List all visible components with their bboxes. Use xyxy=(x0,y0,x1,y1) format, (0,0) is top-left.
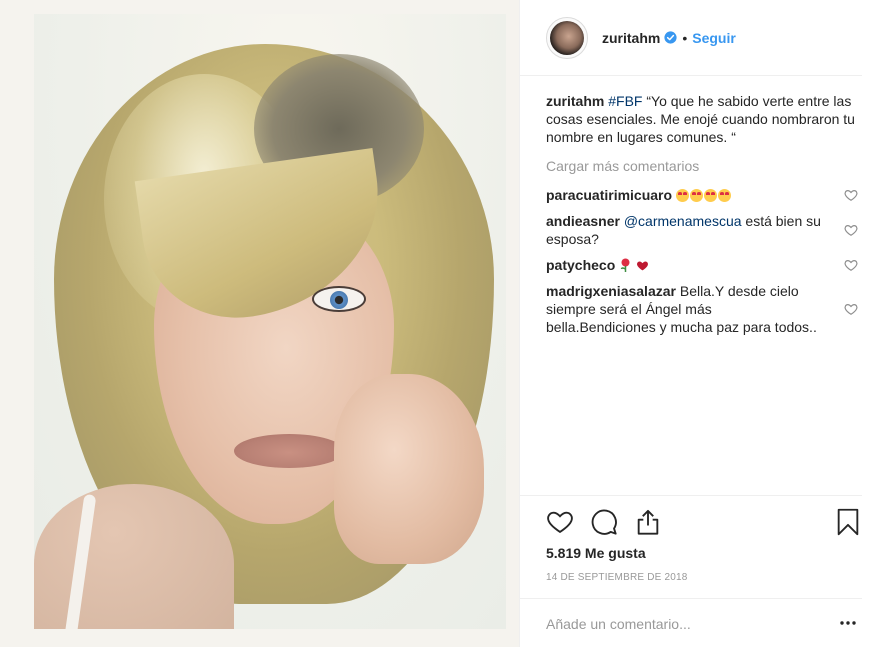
bookmark-icon xyxy=(837,508,859,536)
caption-hashtag[interactable]: #FBF xyxy=(608,93,642,109)
comment-item: andieasner @carmenamescua está bien su e… xyxy=(546,212,862,248)
post-caption: zuritahm #FBF “Yo que he sabido verte en… xyxy=(546,92,862,146)
comment-item: madrigxeniasalazar Bella.Y desde cielo s… xyxy=(546,282,862,336)
header-separator: • xyxy=(682,29,688,46)
comment-username[interactable]: madrigxeniasalazar xyxy=(546,283,676,299)
more-options-button[interactable] xyxy=(836,611,860,635)
avatar-image xyxy=(550,20,584,55)
load-more-comments-button[interactable]: Cargar más comentarios xyxy=(546,158,862,174)
action-icons-row xyxy=(544,506,864,538)
likes-count[interactable]: 5.819 Me gusta xyxy=(546,545,646,561)
red-heart-emoji-icon xyxy=(637,261,648,271)
comment-button[interactable] xyxy=(588,506,620,538)
heart-outline-icon xyxy=(547,511,573,534)
header-username[interactable]: zuritahm xyxy=(602,30,660,46)
comment-item: patycheco xyxy=(546,256,862,274)
photo-hand xyxy=(334,374,484,564)
comment-bubble-icon xyxy=(591,509,617,535)
post-date[interactable]: 14 DE SEPTIEMBRE DE 2018 xyxy=(546,572,688,583)
post-header: zuritahm • Seguir xyxy=(520,0,862,76)
heart-eyes-emoji xyxy=(675,187,732,203)
save-button[interactable] xyxy=(832,506,864,538)
more-options-icon xyxy=(840,621,856,625)
post-media[interactable] xyxy=(0,0,520,647)
comment-username[interactable]: paracuatirimicuaro xyxy=(546,187,672,203)
add-comment-section xyxy=(520,598,862,647)
comment-like-icon[interactable] xyxy=(844,302,858,316)
profile-avatar[interactable] xyxy=(546,16,588,59)
photo-lips xyxy=(234,434,344,468)
comment-item: paracuatirimicuaro xyxy=(546,186,862,204)
photo-eye xyxy=(312,286,366,312)
share-upload-icon xyxy=(637,509,659,535)
comment-like-icon[interactable] xyxy=(844,258,858,272)
caption-username[interactable]: zuritahm xyxy=(546,93,604,109)
post-side-panel: zuritahm • Seguir zuritahm #FBF “Yo que … xyxy=(520,0,882,647)
instagram-post: zuritahm • Seguir zuritahm #FBF “Yo que … xyxy=(0,0,882,647)
rose-emoji-icon xyxy=(620,258,630,272)
comment-username[interactable]: andieasner xyxy=(546,213,620,229)
comment-input[interactable] xyxy=(546,613,816,635)
comment-username[interactable]: patycheco xyxy=(546,257,615,273)
comment-mention[interactable]: @carmenamescua xyxy=(624,213,742,229)
like-button[interactable] xyxy=(544,506,576,538)
comment-like-icon[interactable] xyxy=(844,223,858,237)
comments-list: zuritahm #FBF “Yo que he sabido verte en… xyxy=(546,92,862,336)
share-button[interactable] xyxy=(632,506,664,538)
comment-like-icon[interactable] xyxy=(844,188,858,202)
post-photo[interactable] xyxy=(34,14,506,629)
follow-button[interactable]: Seguir xyxy=(692,30,736,46)
verified-badge-icon xyxy=(664,31,677,44)
